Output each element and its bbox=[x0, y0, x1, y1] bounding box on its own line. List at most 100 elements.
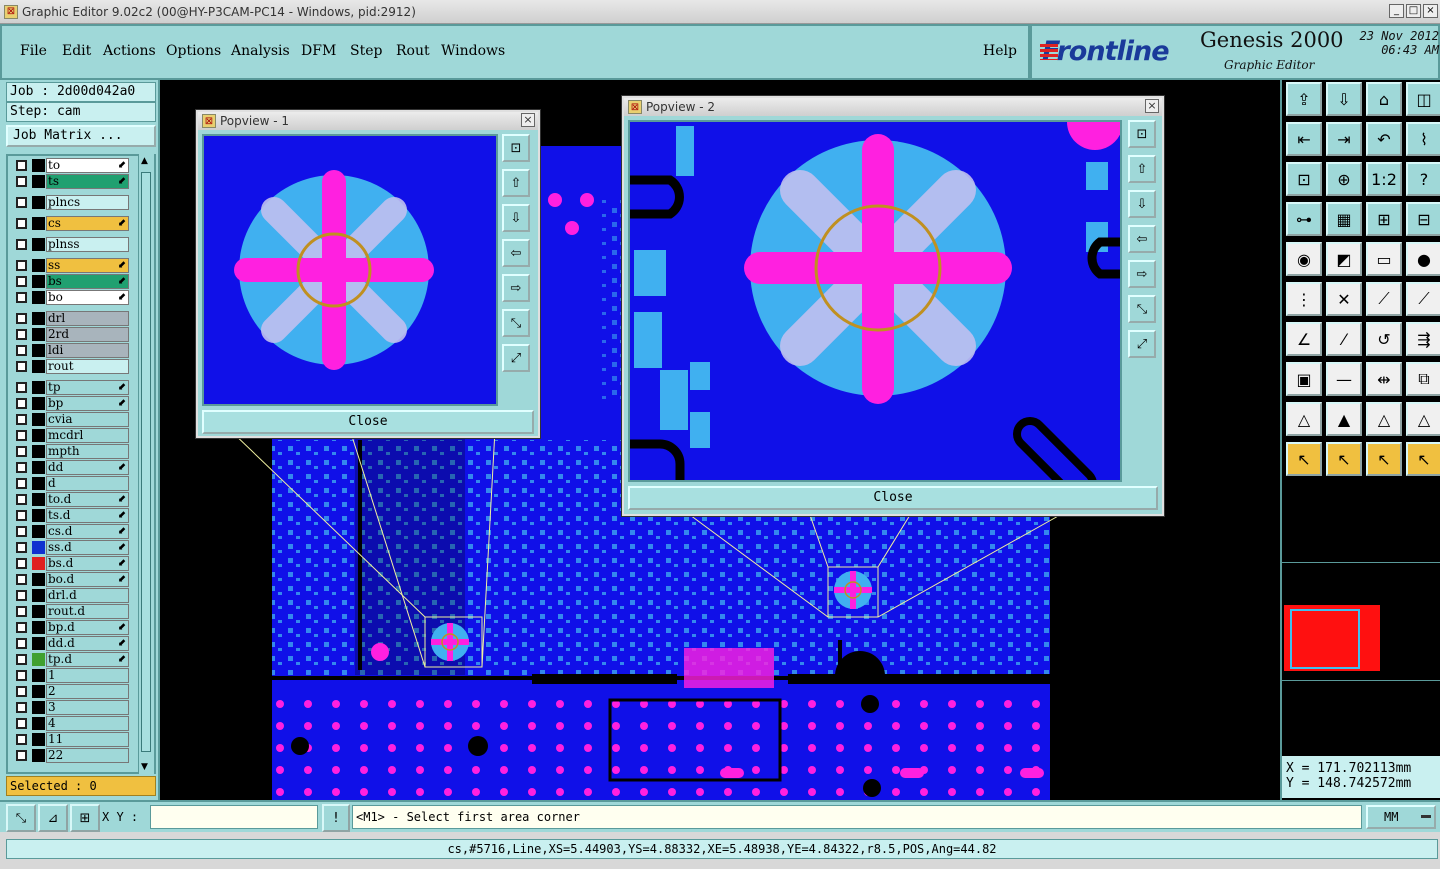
popview-pan-left-icon[interactable]: ⇦ bbox=[1128, 225, 1156, 253]
layer-row[interactable]: plnss bbox=[12, 237, 130, 252]
grid-icon[interactable]: ⊞ bbox=[70, 804, 100, 832]
download-icon[interactable]: ⇩ bbox=[1326, 82, 1362, 116]
layer-name[interactable]: tp.d ⬋ bbox=[46, 652, 129, 667]
connect-icon[interactable]: ⋮ bbox=[1286, 282, 1322, 316]
layer-name[interactable]: ldi bbox=[46, 343, 129, 358]
layer-color-swatch[interactable] bbox=[32, 509, 45, 522]
popview-2-titlebar[interactable]: ⊠ Popview - 2 × bbox=[624, 98, 1162, 116]
pointer-b-icon[interactable]: ↖ bbox=[1326, 442, 1362, 476]
draw-icon[interactable]: ◩ bbox=[1326, 242, 1362, 276]
layer-checkbox[interactable] bbox=[16, 160, 27, 171]
layer-name[interactable]: bo ⬋ bbox=[46, 290, 129, 305]
menu-analysis[interactable]: Analysis bbox=[231, 43, 290, 59]
layer-color-swatch[interactable] bbox=[32, 217, 45, 230]
cross-icon[interactable]: ✕ bbox=[1326, 282, 1362, 316]
popview-2-close-icon[interactable]: × bbox=[1145, 99, 1159, 113]
popview-pan-right-icon[interactable]: ⇨ bbox=[1128, 260, 1156, 288]
layer-row[interactable]: mpth bbox=[12, 444, 130, 459]
graphic-canvas[interactable]: ⊠ Popview - 1 × ⊡ ⇧ ⇩ ⇦ ⇨ ⤡ ⤢ Close ⊠ Po… bbox=[160, 80, 1280, 800]
pointer-c-icon[interactable]: ↖ bbox=[1366, 442, 1402, 476]
snap-icon[interactable]: ⤡ bbox=[6, 804, 36, 832]
layer-row[interactable]: bo.d ⬋ bbox=[12, 572, 130, 587]
layer-color-swatch[interactable] bbox=[32, 291, 45, 304]
scroll-down-arrow-icon[interactable]: ▼ bbox=[141, 762, 148, 772]
layers-b-icon[interactable]: ⊟ bbox=[1406, 202, 1440, 236]
menu-file[interactable]: File bbox=[20, 43, 47, 59]
menu-options[interactable]: Options bbox=[166, 43, 221, 59]
layer-row[interactable]: to ⬋ bbox=[12, 158, 130, 173]
layer-color-swatch[interactable] bbox=[32, 312, 45, 325]
layer-checkbox[interactable] bbox=[16, 574, 27, 585]
layer-row[interactable]: cvia bbox=[12, 412, 130, 427]
back-icon[interactable]: ⇤ bbox=[1286, 122, 1322, 156]
layer-color-swatch[interactable] bbox=[32, 717, 45, 730]
layer-color-swatch[interactable] bbox=[32, 413, 45, 426]
layer-checkbox[interactable] bbox=[16, 398, 27, 409]
layer-color-swatch[interactable] bbox=[32, 196, 45, 209]
layer-name[interactable]: rout.d bbox=[46, 604, 129, 619]
layer-row[interactable]: ldi bbox=[12, 343, 130, 358]
layer-checkbox[interactable] bbox=[16, 446, 27, 457]
layer-name[interactable]: ts ⬋ bbox=[46, 174, 129, 189]
layer-row[interactable]: 2rd bbox=[12, 327, 130, 342]
layer-checkbox[interactable] bbox=[16, 670, 27, 681]
layer-checkbox[interactable] bbox=[16, 176, 27, 187]
menu-dfm[interactable]: DFM bbox=[301, 43, 336, 59]
tri-d-icon[interactable]: △ bbox=[1406, 402, 1440, 436]
line-a-icon[interactable]: ⟋ bbox=[1366, 282, 1402, 316]
layer-color-swatch[interactable] bbox=[32, 328, 45, 341]
layer-color-swatch[interactable] bbox=[32, 493, 45, 506]
layer-name[interactable]: cs.d ⬋ bbox=[46, 524, 129, 539]
line-b-icon[interactable]: ⟋ bbox=[1406, 282, 1440, 316]
pointer-icon[interactable]: ↖ bbox=[1286, 442, 1322, 476]
layer-color-swatch[interactable] bbox=[32, 525, 45, 538]
layer-checkbox[interactable] bbox=[16, 329, 27, 340]
layer-name[interactable]: 4 bbox=[46, 716, 129, 731]
menu-actions[interactable]: Actions bbox=[103, 43, 156, 59]
layer-color-swatch[interactable] bbox=[32, 557, 45, 570]
menu-rout[interactable]: Rout bbox=[396, 43, 430, 59]
layer-checkbox[interactable] bbox=[16, 638, 27, 649]
popview-1-close-icon[interactable]: × bbox=[521, 113, 535, 127]
layer-row[interactable]: rout.d bbox=[12, 604, 130, 619]
board-overview-map[interactable] bbox=[1284, 605, 1380, 671]
angle-icon[interactable]: ∠ bbox=[1286, 322, 1322, 356]
layer-row[interactable]: plncs bbox=[12, 195, 130, 210]
layer-checkbox[interactable] bbox=[16, 494, 27, 505]
layer-row[interactable]: rout bbox=[12, 359, 130, 374]
popview-1-viewport[interactable] bbox=[202, 134, 498, 406]
upload-icon[interactable]: ⇪ bbox=[1286, 82, 1322, 116]
layer-color-swatch[interactable] bbox=[32, 381, 45, 394]
layer-row[interactable]: 1 bbox=[12, 668, 130, 683]
maximize-button[interactable]: □ bbox=[1406, 4, 1421, 18]
tri-c-icon[interactable]: △ bbox=[1366, 402, 1402, 436]
layer-name[interactable]: cvia bbox=[46, 412, 129, 427]
layer-color-swatch[interactable] bbox=[32, 637, 45, 650]
layer-color-swatch[interactable] bbox=[32, 344, 45, 357]
slash-icon[interactable]: ⁄ bbox=[1326, 322, 1362, 356]
layer-row[interactable]: 22 bbox=[12, 748, 130, 763]
line-h-icon[interactable]: — bbox=[1326, 362, 1362, 396]
layer-checkbox[interactable] bbox=[16, 606, 27, 617]
tri-b-icon[interactable]: ▲ bbox=[1326, 402, 1362, 436]
grid-icon[interactable]: ▦ bbox=[1326, 202, 1362, 236]
popview-pan-down-icon[interactable]: ⇩ bbox=[1128, 190, 1156, 218]
job-matrix-button[interactable]: Job Matrix ... bbox=[6, 125, 156, 147]
layer-checkbox[interactable] bbox=[16, 478, 27, 489]
layer-name[interactable]: plnss bbox=[46, 237, 129, 252]
layer-name[interactable]: cs ⬋ bbox=[46, 216, 129, 231]
layer-name[interactable]: 22 bbox=[46, 748, 129, 763]
layer-row[interactable]: to.d ⬋ bbox=[12, 492, 130, 507]
layer-color-swatch[interactable] bbox=[32, 175, 45, 188]
pointer-d-icon[interactable]: ↖ bbox=[1406, 442, 1440, 476]
arc-icon[interactable]: ↺ bbox=[1366, 322, 1402, 356]
dimension-icon[interactable]: ⇹ bbox=[1366, 362, 1402, 396]
layer-row[interactable]: cs.d ⬋ bbox=[12, 524, 130, 539]
layer-name[interactable]: to ⬋ bbox=[46, 158, 129, 173]
layer-checkbox[interactable] bbox=[16, 510, 27, 521]
layer-name[interactable]: d bbox=[46, 476, 129, 491]
layer-name[interactable]: bp ⬋ bbox=[46, 396, 129, 411]
layer-row[interactable]: tp.d ⬋ bbox=[12, 652, 130, 667]
ratio-icon[interactable]: 1:2 bbox=[1366, 162, 1402, 196]
layer-checkbox[interactable] bbox=[16, 462, 27, 473]
